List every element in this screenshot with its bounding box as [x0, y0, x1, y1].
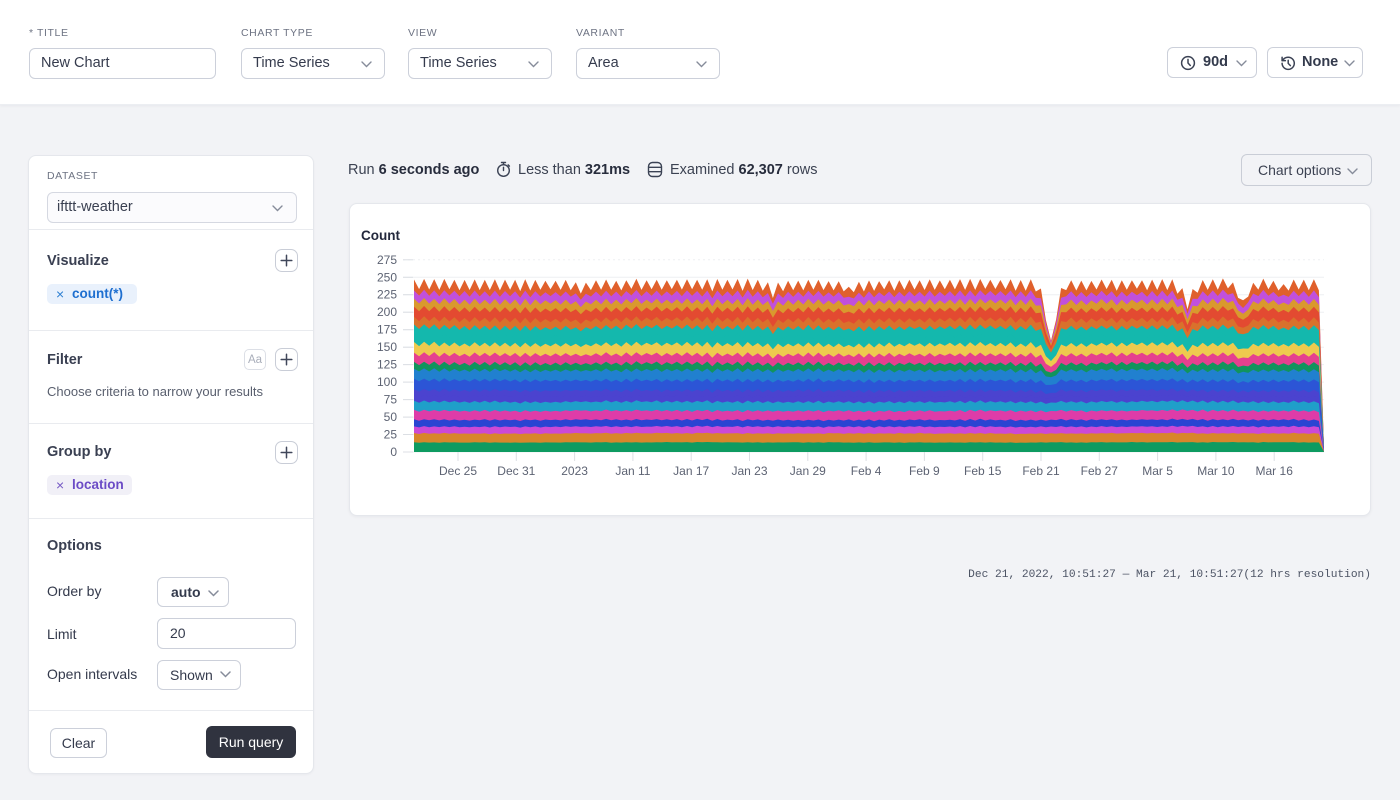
svg-text:Mar 5: Mar 5 — [1142, 464, 1173, 478]
svg-text:150: 150 — [377, 340, 397, 354]
svg-text:Feb 21: Feb 21 — [1022, 464, 1060, 478]
svg-text:Mar 10: Mar 10 — [1197, 464, 1235, 478]
svg-text:Feb 4: Feb 4 — [851, 464, 882, 478]
svg-text:Feb 15: Feb 15 — [964, 464, 1002, 478]
svg-text:Jan 11: Jan 11 — [615, 464, 650, 478]
svg-text:2023: 2023 — [561, 464, 588, 478]
svg-text:250: 250 — [377, 270, 397, 284]
svg-text:0: 0 — [390, 445, 397, 459]
svg-text:225: 225 — [377, 288, 397, 302]
svg-text:75: 75 — [384, 393, 398, 407]
svg-text:Dec 25: Dec 25 — [439, 464, 477, 478]
svg-text:Feb 27: Feb 27 — [1081, 464, 1119, 478]
svg-text:175: 175 — [377, 323, 397, 337]
svg-text:Mar 16: Mar 16 — [1256, 464, 1294, 478]
svg-text:125: 125 — [377, 358, 397, 372]
svg-text:Jan 29: Jan 29 — [790, 464, 826, 478]
svg-text:100: 100 — [377, 375, 397, 389]
svg-text:Jan 17: Jan 17 — [673, 464, 709, 478]
svg-text:25: 25 — [384, 428, 398, 442]
svg-text:200: 200 — [377, 305, 397, 319]
svg-text:Jan 23: Jan 23 — [731, 464, 767, 478]
svg-text:50: 50 — [384, 410, 398, 424]
svg-text:275: 275 — [377, 253, 397, 267]
svg-text:Dec 31: Dec 31 — [497, 464, 535, 478]
svg-text:Feb 9: Feb 9 — [909, 464, 940, 478]
